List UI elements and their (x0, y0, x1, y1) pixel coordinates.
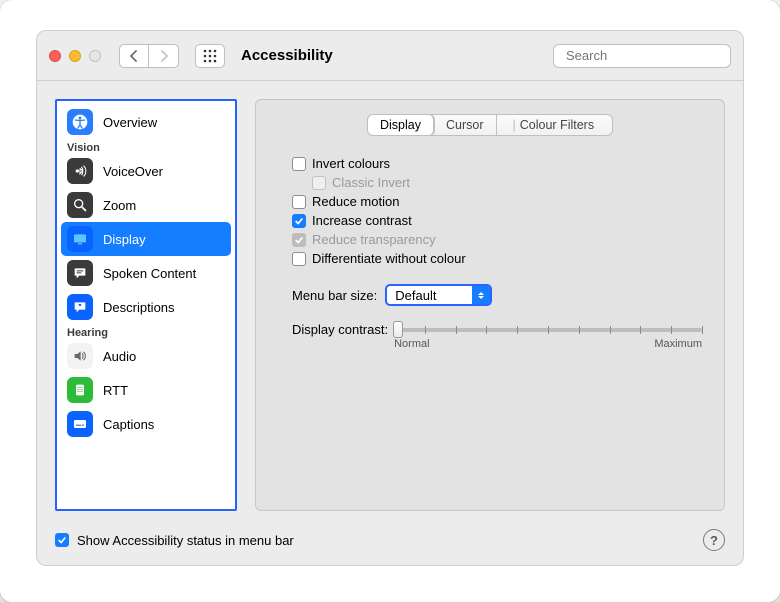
sidebar-item-descriptions[interactable]: ❞ Descriptions (61, 290, 231, 324)
sidebar-item-label: VoiceOver (103, 164, 163, 179)
sidebar-item-display[interactable]: Display (61, 222, 231, 256)
display-contrast-label: Display contrast: (292, 322, 388, 337)
svg-text:❞: ❞ (78, 303, 81, 310)
menu-bar-size-select[interactable]: Default (385, 284, 492, 306)
sidebar-item-label: Zoom (103, 198, 136, 213)
differentiate-label: Differentiate without colour (312, 251, 466, 266)
display-contrast-slider[interactable] (394, 328, 702, 332)
sidebar-item-rtt[interactable]: RTT (61, 373, 231, 407)
captions-icon (67, 411, 93, 437)
invert-colours-label: Invert colours (312, 156, 390, 171)
sidebar-item-label: Overview (103, 115, 157, 130)
speaker-icon (67, 343, 93, 369)
slider-min-label: Normal (394, 338, 429, 350)
reduce-motion-checkbox[interactable] (292, 195, 306, 209)
preferences-window: Accessibility Overview Vision VoiceOver Zoo… (0, 0, 780, 602)
slider-thumb[interactable] (393, 321, 403, 338)
tab-colour-filters[interactable]: |Colour Filters (497, 115, 607, 135)
show-all-button[interactable] (195, 44, 225, 68)
sidebar-item-captions[interactable]: Captions (61, 407, 231, 441)
chevron-updown-icon (472, 286, 490, 304)
sidebar-section-header: Vision (61, 139, 231, 154)
increase-contrast-checkbox[interactable] (292, 214, 306, 228)
sidebar-section-header: Hearing (61, 324, 231, 339)
menu-bar-size-value: Default (387, 288, 472, 303)
footer: Show Accessibility status in menu bar ? (37, 519, 743, 565)
sidebar-item-overview[interactable]: Overview (61, 105, 231, 139)
tab-display[interactable]: Display (368, 115, 434, 135)
classic-invert-checkbox (312, 176, 326, 190)
sidebar-item-audio[interactable]: Audio (61, 339, 231, 373)
quote-bubble-icon: ❞ (67, 294, 93, 320)
window-controls (49, 50, 101, 62)
sidebar-item-label: Display (103, 232, 146, 247)
sidebar-item-voiceover[interactable]: VoiceOver (61, 154, 231, 188)
tab-bar: Display Cursor |Colour Filters (367, 114, 613, 136)
back-button[interactable] (119, 44, 149, 68)
show-status-checkbox[interactable] (55, 533, 69, 547)
speech-bubble-icon (67, 260, 93, 286)
slider-max-label: Maximum (654, 338, 702, 350)
classic-invert-label: Classic Invert (332, 175, 410, 190)
tab-cursor[interactable]: Cursor (434, 115, 497, 135)
invert-colours-checkbox[interactable] (292, 157, 306, 171)
sidebar-item-label: Audio (103, 349, 136, 364)
differentiate-checkbox[interactable] (292, 252, 306, 266)
classic-invert-row: Classic Invert (312, 173, 702, 192)
display-icon (67, 226, 93, 252)
reduce-transparency-row: Reduce transparency (292, 230, 702, 249)
window-title: Accessibility (241, 47, 333, 64)
forward-button[interactable] (149, 44, 179, 68)
zoom-window-button[interactable] (89, 50, 101, 62)
rtt-icon (67, 377, 93, 403)
increase-contrast-row[interactable]: Increase contrast (292, 211, 702, 230)
sidebar-item-label: RTT (103, 383, 128, 398)
sidebar-item-spoken-content[interactable]: Spoken Content (61, 256, 231, 290)
reduce-transparency-label: Reduce transparency (312, 232, 436, 247)
sidebar-item-label: Captions (103, 417, 154, 432)
zoom-icon (67, 192, 93, 218)
sidebar-item-label: Spoken Content (103, 266, 196, 281)
reduce-transparency-checkbox (292, 233, 306, 247)
content-panel: Display Cursor |Colour Filters Invert co… (255, 99, 725, 511)
help-button[interactable]: ? (703, 529, 725, 551)
menu-bar-size-label: Menu bar size: (292, 288, 377, 303)
toolbar: Accessibility (37, 31, 743, 81)
differentiate-row[interactable]: Differentiate without colour (292, 249, 702, 268)
search-input[interactable] (564, 47, 744, 64)
reduce-motion-label: Reduce motion (312, 194, 399, 209)
sidebar-item-zoom[interactable]: Zoom (61, 188, 231, 222)
close-window-button[interactable] (49, 50, 61, 62)
increase-contrast-label: Increase contrast (312, 213, 412, 228)
sidebar: Overview Vision VoiceOver Zoom Display Spoken… (55, 99, 237, 511)
reduce-motion-row[interactable]: Reduce motion (292, 192, 702, 211)
accessibility-icon (67, 109, 93, 135)
search-field[interactable] (553, 44, 731, 68)
invert-colours-row[interactable]: Invert colours (292, 154, 702, 173)
minimize-window-button[interactable] (69, 50, 81, 62)
show-status-label: Show Accessibility status in menu bar (77, 533, 294, 548)
voiceover-icon (67, 158, 93, 184)
sidebar-item-label: Descriptions (103, 300, 175, 315)
